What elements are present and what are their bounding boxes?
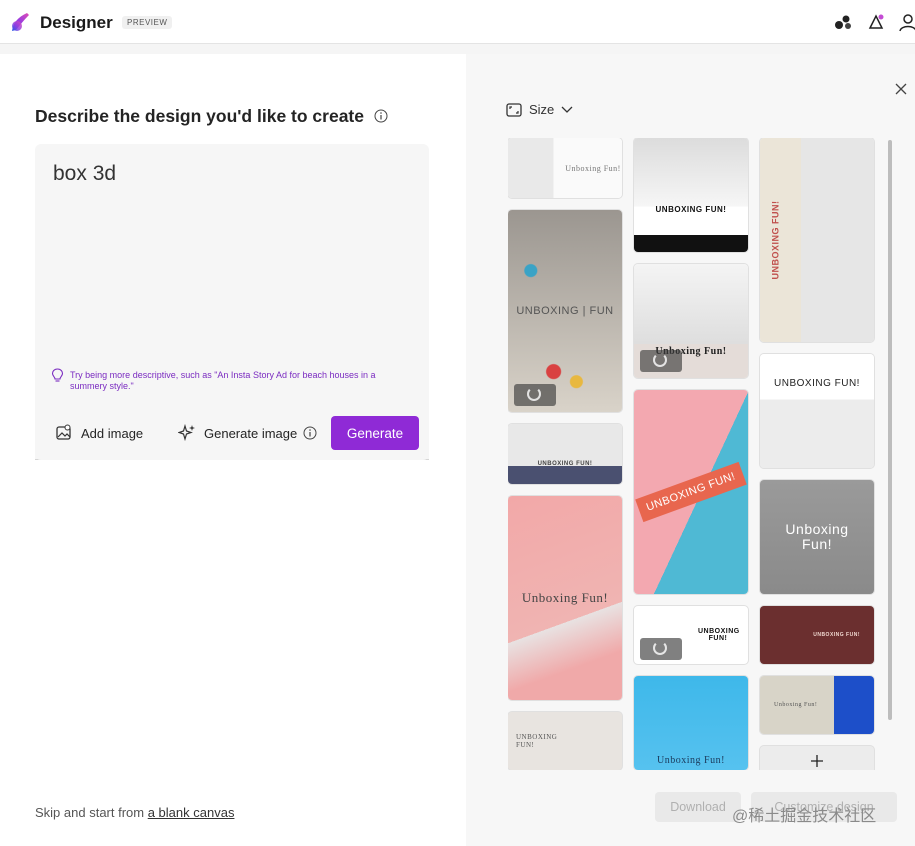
design-card[interactable]: Unboxing Fun! xyxy=(508,496,622,700)
design-card-title: Unboxing Fun! xyxy=(521,590,609,605)
design-card[interactable]: UNBOXING FUN! xyxy=(634,606,748,664)
design-card-title: UNBOXING | FUN xyxy=(516,305,614,317)
design-card-title: UNBOXING FUN! xyxy=(537,461,593,467)
preview-badge: PREVIEW xyxy=(122,16,173,29)
aspect-ratio-icon xyxy=(506,102,522,117)
skip-row: Skip and start from a blank canvas xyxy=(35,805,234,820)
prompt-panel: Describe the design you'd like to create… xyxy=(0,54,466,846)
download-button[interactable]: Download xyxy=(655,792,741,822)
design-card-title: Unboxing Fun! xyxy=(785,521,849,552)
size-label: Size xyxy=(529,102,555,117)
generate-image-label: Generate image xyxy=(204,425,298,441)
plus-icon xyxy=(811,755,823,767)
close-icon[interactable] xyxy=(894,82,908,96)
design-card[interactable]: UNBOXING FUN! xyxy=(634,390,748,594)
sparkle-icon xyxy=(178,424,195,442)
design-card[interactable]: UNBOXING FUN! xyxy=(508,424,622,484)
design-card[interactable]: UNBOXING FUN! xyxy=(760,138,874,342)
loading-spinner xyxy=(640,350,682,372)
prompt-actions: Add image Generate image Generate xyxy=(35,406,429,460)
generate-image-button[interactable]: Generate image xyxy=(178,419,325,447)
page-heading: Describe the design you'd like to create xyxy=(35,106,364,126)
design-card-title: Unboxing Fun! xyxy=(774,702,818,708)
add-image-label: Add image xyxy=(81,425,144,441)
size-dropdown[interactable]: Size xyxy=(506,102,573,117)
chevron-down-icon xyxy=(561,106,573,113)
design-card[interactable]: Unboxing Fun! xyxy=(760,676,874,734)
designer-logo-icon xyxy=(12,13,29,31)
design-card[interactable]: Unboxing Fun! xyxy=(634,676,748,770)
top-bar: Designer PREVIEW xyxy=(0,0,915,44)
design-card-title: Unboxing Fun! xyxy=(657,755,725,766)
design-card-title: UNBOXING FUN! xyxy=(813,632,860,638)
design-card-title: UNBOXING FUN! xyxy=(655,204,727,214)
add-image-icon xyxy=(56,424,71,440)
account-icon[interactable] xyxy=(898,12,915,32)
loading-spinner xyxy=(514,384,556,406)
design-card[interactable]: UNBOXING FUN! xyxy=(508,712,622,770)
watermark: @稀土掘金技术社区 xyxy=(732,808,877,825)
design-card-title: UNBOXING FUN! xyxy=(635,461,747,523)
design-card[interactable]: UNBOXING | FUN xyxy=(508,210,622,412)
design-card-title: Unboxing Fun! xyxy=(565,163,621,173)
app-title: Designer xyxy=(40,13,113,32)
design-card[interactable]: UNBOXING FUN! xyxy=(760,606,874,664)
loading-spinner xyxy=(640,638,682,660)
design-gallery: Unboxing Fun! UNBOXING | FUN UNBOXING FU… xyxy=(508,138,880,770)
prompt-text[interactable]: box 3d xyxy=(53,162,116,186)
design-card-title: UNBOXING FUN! xyxy=(516,733,558,749)
blank-canvas-link[interactable]: a blank canvas xyxy=(148,805,235,820)
results-panel: Size Unboxing Fun! UNBOXING | FUN UNBOXI… xyxy=(466,54,915,846)
gallery-scrollbar[interactable] xyxy=(888,140,892,720)
skip-text: Skip and start from xyxy=(35,805,148,820)
design-card-title: UNBOXING FUN! xyxy=(770,200,781,280)
prompt-hint: Try being more descriptive, such as "An … xyxy=(70,370,376,391)
design-card[interactable]: UNBOXING FUN! xyxy=(634,138,748,252)
design-card[interactable]: UNBOXING FUN! xyxy=(760,354,874,468)
sparkle-icon[interactable] xyxy=(866,12,886,32)
design-card[interactable]: Unboxing Fun! xyxy=(760,480,874,594)
design-card-title: UNBOXING FUN! xyxy=(698,628,740,642)
more-designs-card[interactable] xyxy=(760,746,874,770)
design-card[interactable]: Unboxing Fun! xyxy=(508,138,622,198)
design-card[interactable]: Unboxing Fun! xyxy=(634,264,748,378)
info-icon[interactable] xyxy=(303,426,317,440)
add-image-button[interactable]: Add image xyxy=(55,419,143,447)
generate-button[interactable]: Generate xyxy=(331,416,419,450)
design-card-title: UNBOXING FUN! xyxy=(774,378,860,389)
info-icon[interactable] xyxy=(374,109,388,123)
apps-icon[interactable] xyxy=(833,12,853,32)
lightbulb-icon xyxy=(51,368,64,382)
